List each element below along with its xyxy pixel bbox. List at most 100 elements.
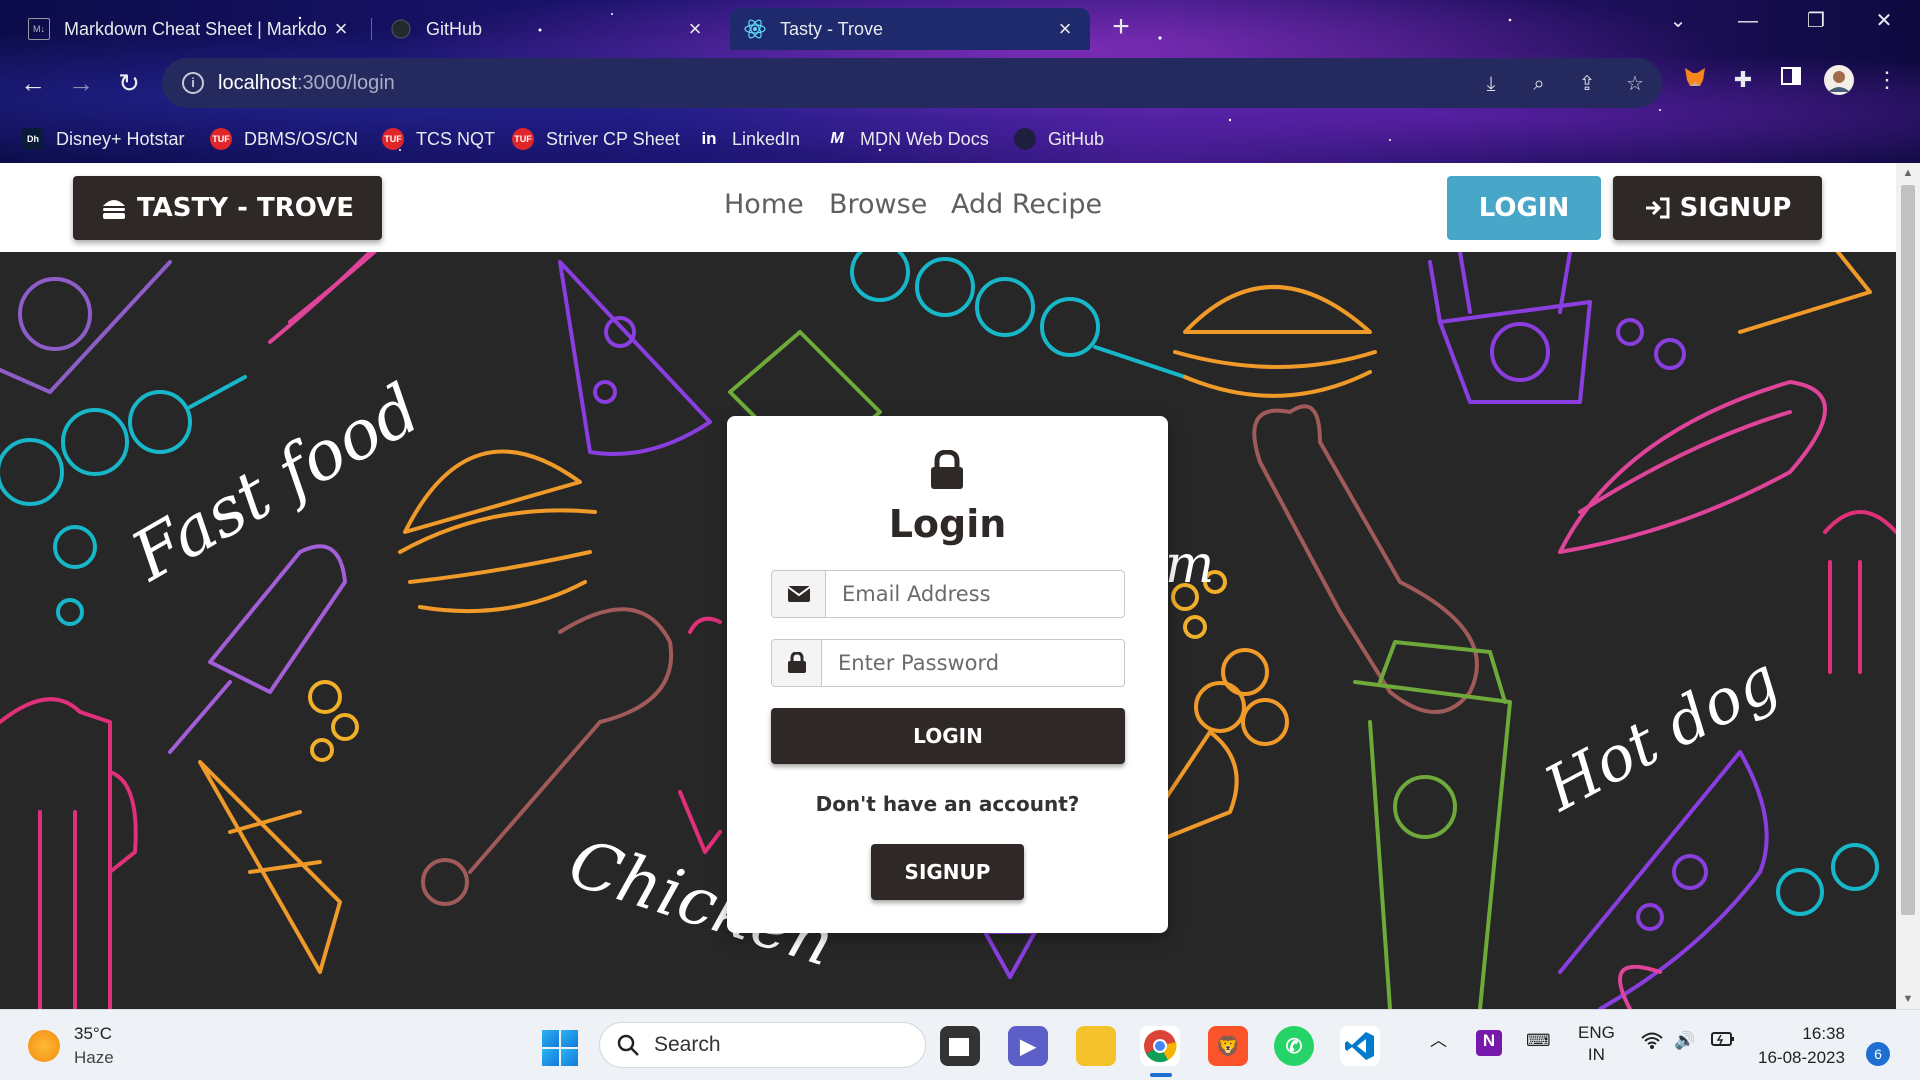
active-app-indicator bbox=[1150, 1073, 1172, 1077]
github-icon bbox=[1014, 128, 1036, 150]
brand-button[interactable]: TASTY - TROVE bbox=[73, 176, 382, 240]
search-icon bbox=[617, 1034, 639, 1056]
bookmark-star-icon[interactable]: ☆ bbox=[1622, 71, 1648, 97]
scroll-up-arrow[interactable]: ▲ bbox=[1896, 163, 1920, 183]
chrome-menu-icon[interactable]: ⋮ bbox=[1871, 64, 1903, 96]
sign-in-icon bbox=[1645, 197, 1670, 219]
login-nav-button[interactable]: LOGIN bbox=[1447, 176, 1601, 240]
zoom-icon[interactable]: ⌕ bbox=[1526, 71, 1552, 97]
whatsapp-icon[interactable]: ✆ bbox=[1274, 1026, 1314, 1066]
bookmark-disney-hotstar[interactable]: Dh Disney+ Hotstar bbox=[22, 126, 185, 152]
bookmark-label: LinkedIn bbox=[732, 128, 801, 149]
close-window-button[interactable]: ✕ bbox=[1854, 0, 1914, 42]
battery-icon[interactable] bbox=[1710, 1030, 1736, 1054]
tab-title: GitHub bbox=[426, 18, 483, 39]
site-info-icon[interactable]: i bbox=[182, 72, 204, 94]
scroll-thumb[interactable] bbox=[1901, 185, 1915, 915]
email-input[interactable] bbox=[826, 571, 1124, 617]
bookmark-striver[interactable]: TUF Striver CP Sheet bbox=[512, 126, 680, 152]
share-icon[interactable]: ⇪ bbox=[1574, 71, 1600, 97]
close-icon[interactable]: × bbox=[1054, 16, 1076, 42]
tab-markdown[interactable]: M↓ Markdown Cheat Sheet | Markdo × bbox=[14, 8, 366, 50]
url-host: localhost bbox=[218, 71, 297, 94]
partial-script-text: m bbox=[1165, 535, 1214, 595]
system-clock[interactable]: 16:38 16-08-2023 bbox=[1758, 1022, 1845, 1070]
extensions-icon[interactable]: ✚ bbox=[1727, 64, 1759, 96]
language-bottom: IN bbox=[1587, 1045, 1605, 1064]
weather-widget[interactable]: 35°C Haze bbox=[28, 1022, 114, 1070]
bookmarks-bar: Dh Disney+ Hotstar TUF DBMS/OS/CN TUF TC… bbox=[0, 116, 1920, 162]
windows-taskbar: 35°C Haze Search ▶ 🦁 ✆ ︿ N ⌨ ENG IN 🔊 16… bbox=[0, 1009, 1920, 1080]
scroll-down-arrow[interactable]: ▼ bbox=[1896, 989, 1920, 1009]
back-button[interactable]: ← bbox=[13, 64, 53, 104]
windows-start-icon[interactable] bbox=[542, 1030, 578, 1066]
signup-nav-label: SIGNUP bbox=[1679, 193, 1792, 223]
close-icon[interactable]: × bbox=[330, 16, 352, 42]
bookmark-label: DBMS/OS/CN bbox=[244, 128, 359, 149]
bookmark-tcs-nqt[interactable]: TUF TCS NQT bbox=[382, 126, 495, 152]
bookmark-label: MDN Web Docs bbox=[860, 128, 989, 149]
chrome-icon[interactable] bbox=[1140, 1026, 1180, 1066]
teams-chat-icon[interactable]: ▶ bbox=[1008, 1026, 1048, 1066]
language-top: ENG bbox=[1578, 1023, 1615, 1042]
forward-button[interactable]: → bbox=[61, 64, 101, 104]
notification-badge[interactable]: 6 bbox=[1866, 1042, 1890, 1066]
login-title: Login bbox=[888, 502, 1007, 546]
side-panel-icon[interactable] bbox=[1775, 64, 1807, 96]
bookmark-mdn[interactable]: M MDN Web Docs bbox=[826, 126, 989, 152]
signup-card-button[interactable]: SIGNUP bbox=[871, 844, 1024, 900]
profile-avatar[interactable] bbox=[1823, 64, 1855, 96]
install-app-icon[interactable]: ⤓ bbox=[1478, 71, 1504, 97]
hot-dog-text: Hot dog bbox=[1532, 642, 1790, 826]
password-input-group bbox=[771, 639, 1125, 687]
page-scrollbar[interactable]: ▲ ▼ bbox=[1896, 163, 1920, 1009]
language-indicator[interactable]: ENG IN bbox=[1578, 1022, 1615, 1066]
signup-nav-button[interactable]: SIGNUP bbox=[1613, 176, 1822, 240]
burger-icon bbox=[102, 200, 125, 219]
wifi-icon[interactable] bbox=[1640, 1030, 1664, 1056]
reload-button[interactable]: ↻ bbox=[109, 64, 149, 104]
email-input-group bbox=[771, 570, 1125, 618]
fast-food-text: Fast food bbox=[117, 370, 433, 598]
restore-button[interactable]: ❐ bbox=[1786, 0, 1846, 42]
hotstar-icon: Dh bbox=[22, 128, 44, 150]
linkedin-icon: in bbox=[701, 129, 717, 148]
bookmark-linkedin[interactable]: in LinkedIn bbox=[698, 126, 800, 152]
bookmark-github[interactable]: GitHub bbox=[1014, 126, 1104, 152]
bookmark-label: Striver CP Sheet bbox=[546, 128, 680, 149]
mdn-icon: M bbox=[830, 130, 844, 147]
password-lock-icon bbox=[772, 640, 822, 686]
new-tab-button[interactable]: + bbox=[1103, 10, 1139, 46]
password-input[interactable] bbox=[822, 640, 1124, 686]
bookmark-label: Disney+ Hotstar bbox=[56, 128, 185, 149]
taskbar-search[interactable]: Search bbox=[599, 1022, 926, 1068]
onenote-icon[interactable]: N bbox=[1476, 1030, 1502, 1056]
show-hidden-icons[interactable]: ︿ bbox=[1430, 1030, 1447, 1052]
brave-icon[interactable]: 🦁 bbox=[1208, 1026, 1248, 1066]
address-bar[interactable]: i localhost:3000/login ⤓ ⌕ ⇪ ☆ bbox=[162, 58, 1662, 108]
vscode-icon[interactable] bbox=[1340, 1026, 1380, 1066]
tab-github[interactable]: GitHub × bbox=[376, 8, 720, 50]
volume-icon[interactable]: 🔊 bbox=[1674, 1030, 1695, 1052]
keyboard-icon[interactable]: ⌨ bbox=[1526, 1030, 1551, 1052]
nav-add-recipe[interactable]: Add Recipe bbox=[951, 189, 1102, 220]
login-card: Login LOGIN Don't have an account? SIGNU… bbox=[727, 416, 1168, 933]
metamask-icon[interactable] bbox=[1679, 64, 1711, 96]
tuf-icon: TUF bbox=[512, 128, 534, 150]
file-explorer-icon[interactable] bbox=[1076, 1026, 1116, 1066]
bookmark-dbms[interactable]: TUF DBMS/OS/CN bbox=[210, 126, 358, 152]
tab-search-icon[interactable]: ⌄ bbox=[1648, 0, 1708, 42]
nav-browse[interactable]: Browse bbox=[829, 189, 927, 220]
react-icon bbox=[744, 18, 766, 40]
nav-home[interactable]: Home bbox=[724, 189, 804, 220]
markdown-icon: M↓ bbox=[28, 18, 50, 40]
haze-sun-icon bbox=[28, 1030, 60, 1062]
tuf-icon: TUF bbox=[210, 128, 232, 150]
tab-tasty-trove[interactable]: Tasty - Trove × bbox=[730, 8, 1090, 50]
close-icon[interactable]: × bbox=[684, 16, 706, 42]
task-view-icon[interactable] bbox=[940, 1026, 980, 1066]
login-submit-button[interactable]: LOGIN bbox=[771, 708, 1125, 764]
minimize-button[interactable]: — bbox=[1718, 0, 1778, 42]
no-account-text: Don't have an account? bbox=[815, 792, 1080, 816]
clock-date: 16-08-2023 bbox=[1758, 1048, 1845, 1067]
